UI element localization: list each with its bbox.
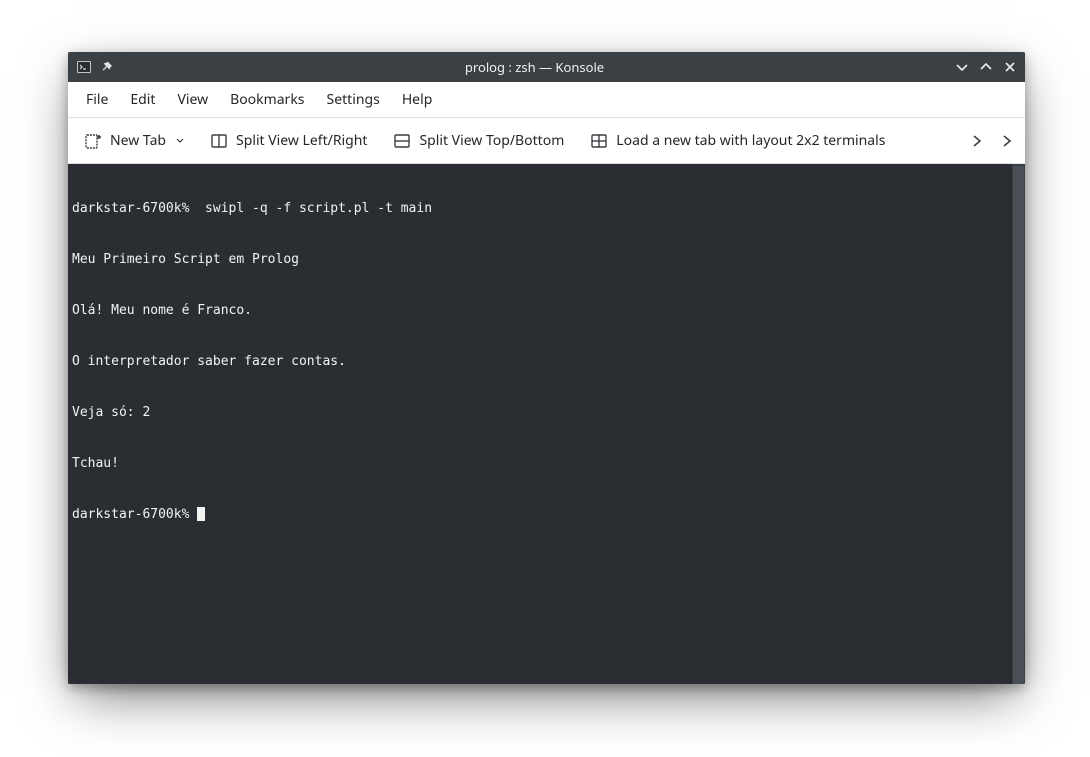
pin-icon[interactable] — [100, 60, 114, 74]
menu-file[interactable]: File — [76, 84, 118, 115]
konsole-window: prolog : zsh — Konsole File Edit View Bo… — [68, 52, 1025, 684]
window-title: prolog : zsh — Konsole — [114, 58, 955, 76]
split-lr-icon — [210, 132, 228, 150]
close-button[interactable] — [1003, 60, 1017, 74]
terminal-cursor — [197, 507, 205, 521]
terminal-line: darkstar-6700k% swipl -q -f script.pl -t… — [72, 200, 1021, 217]
terminal-prompt-line: darkstar-6700k% — [72, 506, 1021, 523]
minimize-button[interactable] — [955, 60, 969, 74]
titlebar-left — [76, 59, 114, 75]
overflow-prev-button[interactable] — [965, 127, 989, 155]
menu-settings[interactable]: Settings — [317, 84, 390, 115]
window-controls — [955, 60, 1017, 74]
load-layout-label: Load a new tab with layout 2x2 terminals — [616, 131, 885, 150]
toolbar: New Tab Split View Left/Right Split View… — [68, 118, 1025, 164]
terminal-line: Tchau! — [72, 455, 1021, 472]
menubar: File Edit View Bookmarks Settings Help — [68, 82, 1025, 118]
titlebar[interactable]: prolog : zsh — Konsole — [68, 52, 1025, 82]
terminal-prompt: darkstar-6700k% — [72, 507, 197, 522]
terminal-line: O interpretador saber fazer contas. — [72, 353, 1021, 370]
menu-edit[interactable]: Edit — [120, 84, 165, 115]
scrollbar-thumb[interactable] — [1013, 166, 1024, 684]
split-left-right-button[interactable]: Split View Left/Right — [200, 125, 377, 156]
maximize-button[interactable] — [979, 60, 993, 74]
scrollbar[interactable] — [1012, 164, 1025, 684]
split-lr-label: Split View Left/Right — [236, 131, 367, 150]
terminal-line: Veja só: 2 — [72, 404, 1021, 421]
terminal-line: Meu Primeiro Script em Prolog — [72, 251, 1021, 268]
new-tab-icon — [84, 132, 102, 150]
dropdown-icon[interactable] — [176, 137, 184, 145]
terminal-view[interactable]: darkstar-6700k% swipl -q -f script.pl -t… — [68, 164, 1025, 684]
grid-icon — [590, 132, 608, 150]
split-tb-icon — [393, 132, 411, 150]
split-top-bottom-button[interactable]: Split View Top/Bottom — [383, 125, 574, 156]
new-tab-button[interactable]: New Tab — [74, 125, 194, 156]
overflow-next-button[interactable] — [995, 127, 1019, 155]
menu-help[interactable]: Help — [392, 84, 443, 115]
chevron-right-icon — [969, 133, 985, 149]
terminal-line: Olá! Meu nome é Franco. — [72, 302, 1021, 319]
chevron-right-icon — [999, 133, 1015, 149]
menu-view[interactable]: View — [167, 84, 218, 115]
load-layout-button[interactable]: Load a new tab with layout 2x2 terminals — [580, 125, 895, 156]
menu-bookmarks[interactable]: Bookmarks — [220, 84, 314, 115]
new-tab-label: New Tab — [110, 131, 166, 150]
split-tb-label: Split View Top/Bottom — [419, 131, 564, 150]
app-icon — [76, 59, 92, 75]
